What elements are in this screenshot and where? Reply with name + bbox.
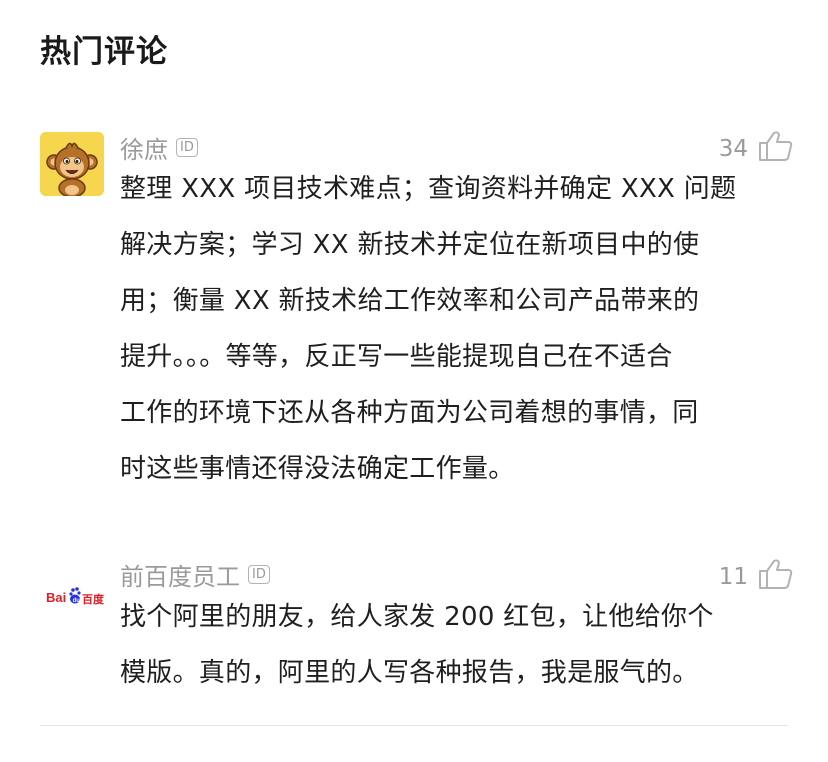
like-count: 11 bbox=[718, 564, 748, 590]
section-title-hot-comments: 热门评论 bbox=[40, 34, 168, 70]
comment-text-line: 工作的环境下还从各种方面为公司着想的事情，同 bbox=[120, 398, 699, 428]
comment-text-line: 解决方案；学习 XX 新技术并定位在新项目中的使 bbox=[120, 230, 700, 260]
comment-text-line: 模版。真的，阿里的人写各种报告，我是服气的。 bbox=[120, 658, 699, 688]
comment-text-line: 整理 XXX 项目技术难点；查询资料并确定 XXX 问题 bbox=[120, 174, 737, 204]
comment-author-row: 前百度员工 ID bbox=[120, 557, 270, 592]
baidu-logo-avatar[interactable]: du Bai 百度 bbox=[40, 586, 110, 608]
monkey-avatar-icon bbox=[40, 132, 104, 196]
baidu-logo-text: Bai bbox=[46, 590, 67, 605]
id-badge-icon: ID bbox=[248, 565, 270, 584]
divider bbox=[40, 725, 788, 726]
comment-text: 找个阿里的朋友，给人家发 200 红包，让他给你个 模版。真的，阿里的人写各种报… bbox=[120, 589, 760, 701]
thumbs-up-icon[interactable] bbox=[758, 130, 794, 162]
comment-author-name[interactable]: 前百度员工 bbox=[120, 557, 240, 592]
id-badge-icon: ID bbox=[176, 138, 198, 157]
comment-author-row: 徐庶 ID bbox=[120, 130, 198, 165]
comment-text-line: 提升。。。等等，反正写一些能提现自己在不适合 bbox=[120, 342, 673, 372]
comment-author-name[interactable]: 徐庶 bbox=[120, 130, 168, 165]
user-avatar[interactable] bbox=[40, 132, 104, 196]
comment-text-line: 时这些事情还得没法确定工作量。 bbox=[120, 454, 515, 484]
baidu-logo-text-cn: 百度 bbox=[82, 593, 104, 606]
thumbs-up-icon[interactable] bbox=[758, 558, 794, 590]
like-area: 11 bbox=[719, 558, 794, 590]
svg-text:du: du bbox=[73, 598, 81, 604]
like-count: 34 bbox=[718, 136, 748, 162]
comment-text: 整理 XXX 项目技术难点；查询资料并确定 XXX 问题 解决方案；学习 XX … bbox=[120, 161, 760, 497]
like-area: 34 bbox=[719, 130, 794, 162]
comment-text-line: 用；衡量 XX 新技术给工作效率和公司产品带来的 bbox=[120, 286, 700, 316]
comment-text-line: 找个阿里的朋友，给人家发 200 红包，让他给你个 bbox=[120, 602, 714, 632]
